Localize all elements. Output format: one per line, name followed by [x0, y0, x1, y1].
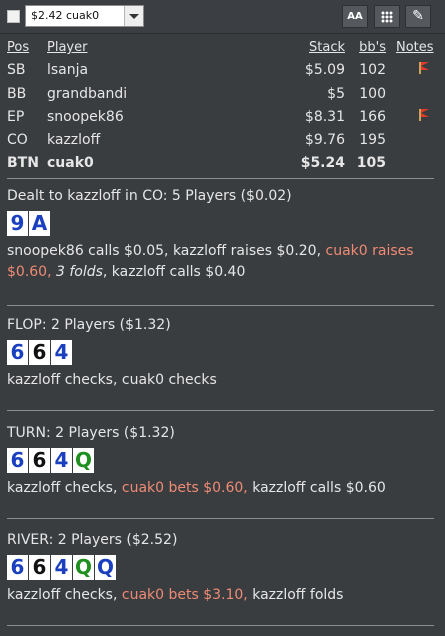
- board-cards: 664QQ: [7, 555, 437, 580]
- row-player[interactable]: cuak0: [47, 155, 94, 171]
- row-stack: $5.09: [304, 62, 345, 79]
- row-pos: EP: [7, 108, 25, 125]
- playing-card: 6: [29, 448, 50, 473]
- preflop-section: Dealt to kazzloff in CO: 5 Players ($0.0…: [7, 188, 437, 283]
- playing-card: 6: [29, 555, 50, 580]
- playing-card: 4: [51, 340, 72, 365]
- river-actions: kazzloff checks, cuak0 bets $3.10, kazzl…: [7, 585, 437, 606]
- turn-title: TURN: 2 Players ($1.32): [7, 425, 175, 441]
- action-text: kazzloff checks, cuak0 checks: [7, 372, 217, 388]
- action-text: kazzloff calls $0.60: [252, 480, 386, 496]
- row-stack: $5: [327, 85, 345, 102]
- header-stack[interactable]: Stack: [309, 40, 345, 55]
- font-size-label: AA: [347, 11, 363, 22]
- preflop-actions: snoopek86 calls $0.05, kazzloff raises $…: [7, 241, 437, 283]
- playing-card: Q: [95, 555, 116, 580]
- river-section: RIVER: 2 Players ($2.52) 664QQ kazzloff …: [7, 532, 437, 606]
- board-cards: 664: [7, 340, 437, 365]
- header-notes[interactable]: Notes: [396, 40, 434, 55]
- hole-cards: 9A: [7, 211, 437, 236]
- action-text: kazzloff checks,: [7, 480, 122, 496]
- playing-card: 6: [7, 448, 28, 473]
- row-bbs: 195: [359, 132, 386, 149]
- row-player[interactable]: grandbandi: [47, 86, 127, 102]
- hand-select[interactable]: $2.42 cuak0: [25, 5, 144, 27]
- action-text: , kazzloff calls $0.40: [102, 264, 246, 280]
- flop-section: FLOP: 2 Players ($1.32) 664 kazzloff che…: [7, 317, 437, 391]
- header-bbs[interactable]: bb's: [359, 40, 386, 55]
- edit-button[interactable]: ✎: [405, 5, 431, 28]
- row-pos: CO: [7, 132, 28, 149]
- row-pos: SB: [7, 62, 26, 79]
- row-stack: $9.76: [304, 132, 345, 149]
- grid-icon: [381, 11, 393, 23]
- font-size-button[interactable]: AA: [342, 5, 368, 28]
- divider: [7, 410, 434, 411]
- hand-select-value: $2.42 cuak0: [31, 9, 100, 22]
- playing-card: A: [29, 211, 50, 236]
- chevron-down-icon[interactable]: [124, 6, 143, 26]
- divider: [7, 518, 434, 519]
- divider: [7, 305, 434, 306]
- playing-card: 4: [51, 448, 72, 473]
- preflop-title: Dealt to kazzloff in CO: 5 Players ($0.0…: [7, 188, 292, 204]
- header-player[interactable]: Player: [47, 40, 87, 55]
- row-bbs: 100: [359, 85, 386, 102]
- table-header-row: Pos Player Stack bb's Notes: [7, 39, 437, 62]
- turn-actions: kazzloff checks, cuak0 bets $0.60, kazzl…: [7, 478, 437, 499]
- row-stack: $5.24: [300, 155, 345, 172]
- row-player[interactable]: kazzloff: [47, 132, 100, 148]
- row-bbs: 166: [359, 108, 386, 125]
- divider: [7, 625, 434, 626]
- grid-button[interactable]: [374, 5, 400, 28]
- playing-card: Q: [73, 555, 94, 580]
- playing-card: 4: [51, 555, 72, 580]
- action-text: cuak0 bets $3.10,: [121, 587, 253, 603]
- action-text: snoopek86 calls $0.05, kazzloff raises $…: [7, 243, 326, 259]
- divider: [7, 178, 434, 179]
- flop-title: FLOP: 2 Players ($1.32): [7, 317, 171, 333]
- header-pos[interactable]: Pos: [7, 40, 29, 55]
- players-table: Pos Player Stack bb's Notes SB lsanja $5…: [7, 39, 437, 179]
- table-row-hero: BTN cuak0 $5.24 105: [7, 155, 437, 178]
- turn-section: TURN: 2 Players ($1.32) 664Q kazzloff ch…: [7, 425, 437, 499]
- toolbar: $2.42 cuak0 AA ✎: [0, 0, 445, 34]
- playing-card: 6: [29, 340, 50, 365]
- action-text: 3 folds: [55, 264, 103, 280]
- flop-actions: kazzloff checks, cuak0 checks: [7, 370, 437, 391]
- playing-card: 6: [7, 555, 28, 580]
- playing-card: Q: [73, 448, 94, 473]
- row-bbs: 105: [356, 155, 386, 172]
- row-pos: BB: [7, 85, 27, 102]
- playing-card: 9: [7, 211, 28, 236]
- action-text: kazzloff folds: [252, 587, 344, 603]
- row-bbs: 102: [359, 62, 386, 79]
- table-row: BB grandbandi $5 100: [7, 86, 437, 109]
- board-cards: 664Q: [7, 448, 437, 473]
- action-text: kazzloff checks,: [7, 587, 122, 603]
- action-text: cuak0 bets $0.60,: [121, 480, 253, 496]
- row-player[interactable]: snoopek86: [47, 109, 124, 125]
- pencil-icon: ✎: [412, 8, 424, 24]
- river-title: RIVER: 2 Players ($2.52): [7, 532, 178, 548]
- table-row: EP snoopek86 $8.31 166: [7, 108, 437, 132]
- hand-checkbox[interactable]: [7, 10, 20, 23]
- playing-card: 6: [7, 340, 28, 365]
- row-stack: $8.31: [304, 108, 345, 125]
- row-player[interactable]: lsanja: [47, 62, 88, 78]
- flag-icon[interactable]: [419, 108, 429, 121]
- row-pos: BTN: [7, 155, 39, 172]
- table-row: CO kazzloff $9.76 195: [7, 132, 437, 155]
- flag-icon[interactable]: [419, 62, 429, 75]
- table-row: SB lsanja $5.09 102: [7, 62, 437, 85]
